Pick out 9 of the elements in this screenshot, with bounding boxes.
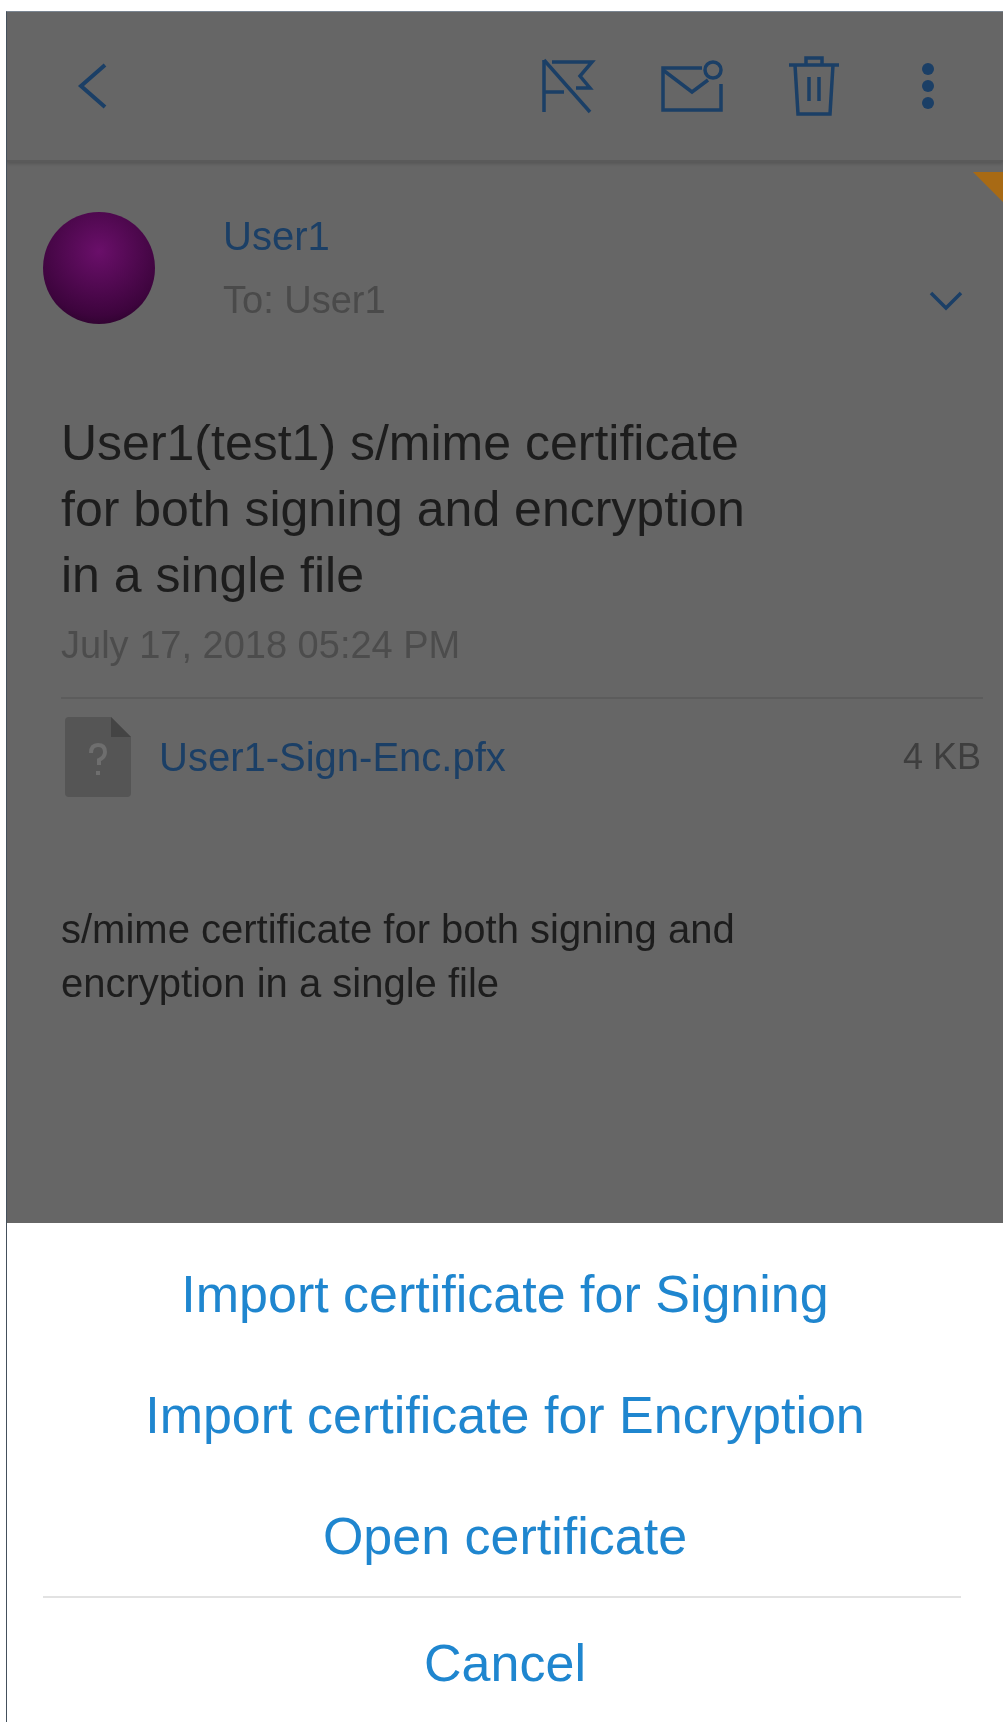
corner-marker <box>973 172 1003 202</box>
subject-text: User1(test1) s/mime certificate for both signing and encryption in a single file <box>61 414 746 605</box>
action-option[interactable]: Open certificate <box>302 1475 708 1596</box>
file-icon <box>65 717 131 797</box>
cancel-button[interactable]: Cancel <box>404 1602 606 1722</box>
action-option[interactable]: Import certificate for Encryption <box>125 1354 885 1475</box>
message-body: s/mime certificate for both signing and encryption in a single file <box>60 906 736 1007</box>
action-option[interactable]: Import certificate for Signing <box>161 1233 849 1354</box>
chevron-down-icon[interactable] <box>929 290 963 311</box>
